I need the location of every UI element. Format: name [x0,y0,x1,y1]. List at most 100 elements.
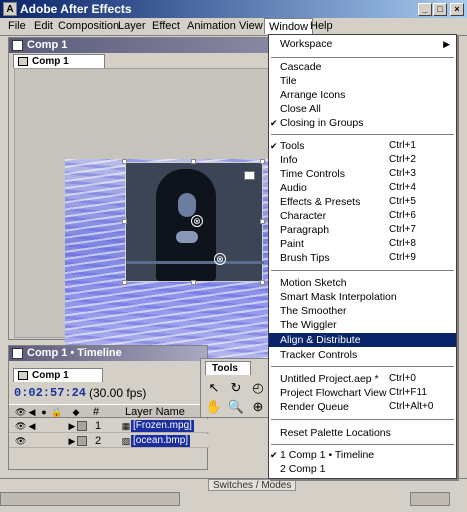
menu-effect[interactable]: Effect [152,20,180,32]
eye-icon[interactable]: 👁 [15,436,26,446]
menu-separator [271,366,454,367]
eye-icon[interactable]: 👁 [15,421,26,431]
menu-file[interactable]: File [8,20,26,32]
right-side-strip [456,37,467,507]
menu-item-align-distribute[interactable]: Align & Distribute [269,333,456,347]
tab-timeline-comp1[interactable]: Comp 1 [13,368,103,382]
layer-handle[interactable] [191,159,196,164]
close-button[interactable]: × [450,3,464,16]
tools-palette: Tools ↖ ↻ ◴ ✋ 🔍 ⊕ [200,358,270,418]
image-icon: ▨ [121,436,131,446]
layer-handle[interactable] [260,219,265,224]
checkmark-icon: ✔ [270,118,278,128]
footage-icon: ▦ [121,421,131,431]
menu-animation[interactable]: Animation [187,20,236,32]
timeline-titlebar[interactable]: Comp 1 • Timeline [9,346,207,361]
menu-window[interactable]: Window [264,18,314,34]
table-row[interactable]: 👁 ▶ 2 ▨ [ocean.bmp] [9,434,209,448]
rotate-icon[interactable]: ↻ [227,379,245,397]
arrow-icon[interactable]: ↖ [205,379,223,397]
menu-item-paragraph[interactable]: Paragraph Ctrl+7 [269,223,456,237]
frozen-layer-image[interactable]: ⊗ ⊗ [125,162,264,282]
menu-item-character[interactable]: Character Ctrl+6 [269,209,456,223]
layer-number: 2 [95,435,102,447]
comp-tab-label: Comp 1 [32,56,69,67]
switches-modes-toggle[interactable]: Switches / Modes [208,479,297,491]
menu-item-motion-sketch[interactable]: Motion Sketch [269,276,456,290]
comp-window-title: Comp 1 [27,39,68,51]
figure-hands [176,231,198,243]
layer-handle[interactable] [260,159,265,164]
pan-icon[interactable]: ⊕ [249,398,267,416]
menu-item-arrange-icons[interactable]: Arrange Icons [269,88,456,102]
menu-item-smart-mask-interpolation[interactable]: Smart Mask Interpolation [269,290,456,304]
timeline-zoom-slider[interactable] [0,492,180,506]
menu-item-effects-presets[interactable]: Effects & Presets Ctrl+5 [269,195,456,209]
menu-item-render-queue[interactable]: Render Queue Ctrl+Alt+0 [269,400,456,414]
menu-layer[interactable]: Layer [118,20,146,32]
anchor-point-icon[interactable]: ⊗ [214,253,226,265]
maximize-button[interactable]: □ [433,3,447,16]
table-row[interactable]: 👁 ◀ ▶ 1 ▦ [Frozen.mpg] [9,419,209,433]
composition-tab-icon [18,371,28,380]
expand-arrow-icon[interactable]: ▶ [67,421,77,431]
menu-item-the-smoother[interactable]: The Smoother [269,304,456,318]
menu-item-project-flowchart-view[interactable]: Project Flowchart View Ctrl+F11 [269,386,456,400]
layer-handle[interactable] [191,280,196,285]
menu-item-tile[interactable]: Tile [269,74,456,88]
menu-item-comp1-timeline[interactable]: ✔ 1 Comp 1 • Timeline [269,448,456,462]
window-title: Adobe After Effects [20,2,132,16]
minimize-button[interactable]: _ [418,3,432,16]
label-color-swatch[interactable] [77,421,87,431]
layer-name[interactable]: [Frozen.mpg] [131,420,194,432]
checkmark-icon: ✔ [270,450,278,460]
menu-item-the-wiggler[interactable]: The Wiggler [269,318,456,332]
window-menu-dropdown: Workspace ▶ Cascade Tile Arrange Icons C… [268,34,457,479]
tab-comp1[interactable]: Comp 1 [13,54,105,68]
menu-item-closing-in-groups[interactable]: ✔ Closing in Groups [269,116,456,130]
menu-item-tools[interactable]: ✔ Tools Ctrl+1 [269,139,456,153]
hand-icon[interactable]: ✋ [205,398,223,416]
menu-item-info[interactable]: Info Ctrl+2 [269,153,456,167]
menu-help[interactable]: Help [310,20,333,32]
layer-handle[interactable] [122,280,127,285]
column-layer-name[interactable]: Layer Name [125,406,185,418]
audio-icon[interactable]: ◀ [27,421,37,431]
figure-silhouette [156,169,216,281]
layer-number: 1 [95,420,102,432]
menu-item-workspace[interactable]: Workspace ▶ [269,37,456,51]
menu-item-time-controls[interactable]: Time Controls Ctrl+3 [269,167,456,181]
layer-handle[interactable] [122,219,127,224]
layer-column-header: 👁 ◀ ● 🔒 ◆ # Layer Name [9,404,209,418]
timeline-scroll-control[interactable] [410,492,450,506]
eye-icon: 👁 [15,407,27,417]
menu-composition[interactable]: Composition [58,20,119,32]
menu-edit[interactable]: Edit [34,20,53,32]
menu-view[interactable]: View [239,20,263,32]
audio-icon: ◀ [28,407,36,417]
camera-icon[interactable]: ◴ [249,379,267,397]
menu-item-tracker-controls[interactable]: Tracker Controls [269,348,456,362]
composition-icon [12,40,23,51]
menu-item-cascade[interactable]: Cascade [269,60,456,74]
menu-item-paint[interactable]: Paint Ctrl+8 [269,237,456,251]
menu-item-comp1[interactable]: 2 Comp 1 [269,462,456,476]
anchor-point-icon[interactable]: ⊗ [191,215,203,227]
menu-item-reset-palette-locations[interactable]: Reset Palette Locations [269,426,456,440]
menu-separator [271,419,454,420]
menu-item-close-all[interactable]: Close All [269,102,456,116]
layer-name[interactable]: [ocean.bmp] [131,435,191,447]
layer-handle[interactable] [260,280,265,285]
menu-separator [271,270,454,271]
menu-item-audio[interactable]: Audio Ctrl+4 [269,181,456,195]
zoom-icon[interactable]: 🔍 [227,398,245,416]
expand-arrow-icon[interactable]: ▶ [67,436,77,446]
tab-tools[interactable]: Tools [205,361,251,375]
layer-handle[interactable] [122,159,127,164]
current-timecode[interactable]: 0:02:57:24 [14,386,86,400]
lock-icon: 🔒 [51,407,63,417]
menu-item-untitled-project[interactable]: Untitled Project.aep * Ctrl+0 [269,372,456,386]
label-color-swatch[interactable] [77,436,87,446]
menu-item-brush-tips[interactable]: Brush Tips Ctrl+9 [269,251,456,265]
layer-marker-icon [244,171,255,180]
